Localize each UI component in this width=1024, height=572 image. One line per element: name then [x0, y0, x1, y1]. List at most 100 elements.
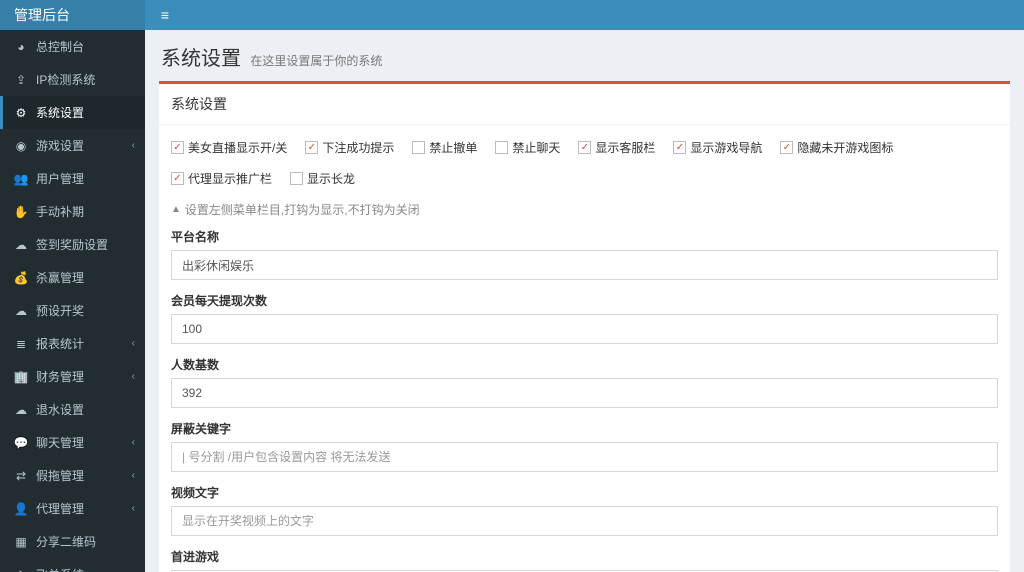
checkbox-5[interactable]: 显示游戏导航 — [673, 139, 762, 156]
chevron-left-icon: ‹ — [132, 371, 135, 382]
checkbox-8[interactable]: 显示长龙 — [290, 170, 355, 187]
cloud-down-icon: ☁ — [12, 238, 30, 252]
sidebar-item-8[interactable]: ☁预设开奖 — [0, 294, 145, 327]
sidebar-item-label: 报表统计 — [36, 335, 84, 352]
home-game-label: 首进游戏 — [171, 548, 998, 565]
checkbox-box-icon — [171, 172, 184, 185]
base-count-label: 人数基数 — [171, 356, 998, 373]
shield-keywords-label: 屏蔽关键字 — [171, 420, 998, 437]
logo: 管理后台 — [0, 0, 145, 30]
sidebar-item-3[interactable]: ◉ 游戏设置 ‹ — [0, 129, 145, 162]
sidebar-item-13[interactable]: ⇄ 假拖管理 ‹ — [0, 459, 145, 492]
shuffle-icon: ⇄ — [12, 469, 30, 483]
checkbox-box-icon — [495, 141, 508, 154]
eye-icon: ◉ — [12, 139, 30, 153]
withdraw-times-label: 会员每天提现次数 — [171, 292, 998, 309]
checkbox-1[interactable]: 下注成功提示 — [305, 139, 394, 156]
checkbox-row: 美女直播显示开/关 下注成功提示 禁止撤单 禁止聊天 显示客服栏 显示游戏导航 隐藏未开游戏… — [171, 135, 998, 195]
checkbox-label: 禁止聊天 — [512, 139, 560, 156]
checkbox-3[interactable]: 禁止聊天 — [495, 139, 560, 156]
sidebar-item-label: 聊天管理 — [36, 434, 84, 451]
topbar: 管理后台 ≡ — [0, 0, 1024, 30]
building-icon: 🏢 — [12, 370, 30, 384]
hand-icon: ✋ — [12, 205, 30, 219]
sidebar-item-label: 财务管理 — [36, 368, 84, 385]
settings-panel: 系统设置 美女直播显示开/关 下注成功提示 禁止撤单 禁止聊天 显示客服栏 显示游戏导航 隐… — [159, 81, 1010, 572]
menu-toggle-icon[interactable]: ≡ — [145, 7, 185, 23]
sidebar-item-5[interactable]: ✋ 手动补期 — [0, 195, 145, 228]
checkbox-2[interactable]: 禁止撤单 — [412, 139, 477, 156]
sidebar-item-0[interactable]: ◕总控制台 — [0, 30, 145, 63]
shield-keywords-input[interactable] — [171, 442, 998, 472]
chat-icon: 💬 — [12, 436, 30, 450]
cash-icon: 💰 — [12, 271, 30, 285]
sidebar-item-14[interactable]: 👤 代理管理 ‹ — [0, 492, 145, 525]
sidebar-item-label: 退水设置 — [36, 401, 84, 418]
checkbox-label: 显示客服栏 — [595, 139, 655, 156]
checkbox-0[interactable]: 美女直播显示开/关 — [171, 139, 287, 156]
users-icon: 👥 — [12, 172, 30, 186]
checkbox-6[interactable]: 隐藏未开游戏图标 — [780, 139, 893, 156]
cogs-icon: ⚙ — [12, 106, 30, 120]
sidebar-item-7[interactable]: 💰 杀赢管理 — [0, 261, 145, 294]
withdraw-times-input[interactable] — [171, 314, 998, 344]
sidebar-item-16[interactable]: ✈飞单系统‹ — [0, 558, 145, 572]
sidebar-item-label: 手动补期 — [36, 203, 84, 220]
checkbox-box-icon — [290, 172, 303, 185]
checkbox-label: 显示游戏导航 — [690, 139, 762, 156]
sidebar-item-label: 杀赢管理 — [36, 269, 84, 286]
list-icon: ≣ — [12, 337, 30, 351]
hint-text: 设置左侧菜单栏目,打钩为显示,不打钩为关闭 — [185, 201, 420, 218]
video-text-input[interactable] — [171, 506, 998, 536]
dashboard-icon: ◕ — [12, 40, 30, 54]
sidebar-item-11[interactable]: ☁ 退水设置 — [0, 393, 145, 426]
sidebar-item-1[interactable]: ⇪ IP检测系统 — [0, 63, 145, 96]
checkbox-box-icon — [171, 141, 184, 154]
sidebar: ◕总控制台 ⇪ IP检测系统 ⚙ 系统设置 ◉ 游戏设置 ‹ 👥 用户管理 ✋ 手动补期 ☁ 签到奖励设置… — [0, 30, 145, 572]
sidebar-item-label: 用户管理 — [36, 170, 84, 187]
panel-title: 系统设置 — [159, 84, 1010, 125]
sidebar-item-4[interactable]: 👥 用户管理 — [0, 162, 145, 195]
chevron-left-icon: ‹ — [132, 470, 135, 481]
sidebar-item-15[interactable]: ▦分享二维码 — [0, 525, 145, 558]
page-header: 系统设置 在这里设置属于你的系统 — [145, 30, 1024, 81]
sidebar-item-label: 系统设置 — [36, 104, 84, 121]
plane-icon: ✈ — [12, 568, 30, 572]
sidebar-item-label: 分享二维码 — [36, 533, 96, 550]
checkbox-label: 禁止撤单 — [429, 139, 477, 156]
chevron-left-icon: ‹ — [132, 437, 135, 448]
checkbox-label: 代理显示推广栏 — [188, 170, 272, 187]
sidebar-item-2[interactable]: ⚙ 系统设置 — [0, 96, 145, 129]
checkbox-box-icon — [305, 141, 318, 154]
sidebar-item-label: 代理管理 — [36, 500, 84, 517]
sidebar-item-label: IP检测系统 — [36, 71, 95, 88]
chevron-left-icon: ‹ — [132, 503, 135, 514]
platform-name-input[interactable] — [171, 250, 998, 280]
cloud-up-icon: ☁ — [12, 304, 30, 318]
platform-name-label: 平台名称 — [171, 228, 998, 245]
checkbox-label: 隐藏未开游戏图标 — [797, 139, 893, 156]
sidebar-item-12[interactable]: 💬 聊天管理 ‹ — [0, 426, 145, 459]
video-text-label: 视频文字 — [171, 484, 998, 501]
sidebar-item-label: 飞单系统 — [36, 566, 84, 572]
sidebar-item-label: 签到奖励设置 — [36, 236, 108, 253]
checkbox-label: 美女直播显示开/关 — [188, 139, 287, 156]
agent-icon: 👤 — [12, 502, 30, 516]
cloud-icon: ☁ — [12, 403, 30, 417]
base-count-input[interactable] — [171, 378, 998, 408]
checkbox-label: 显示长龙 — [307, 170, 355, 187]
sidebar-item-label: 游戏设置 — [36, 137, 84, 154]
checkbox-4[interactable]: 显示客服栏 — [578, 139, 655, 156]
chevron-left-icon: ‹ — [132, 140, 135, 151]
chevron-left-icon: ‹ — [132, 338, 135, 349]
sidebar-item-9[interactable]: ≣ 报表统计 ‹ — [0, 327, 145, 360]
ip-icon: ⇪ — [12, 73, 30, 87]
page-title: 系统设置 — [161, 42, 241, 71]
checkbox-7[interactable]: 代理显示推广栏 — [171, 170, 272, 187]
sidebar-item-6[interactable]: ☁ 签到奖励设置 — [0, 228, 145, 261]
sidebar-item-10[interactable]: 🏢 财务管理 ‹ — [0, 360, 145, 393]
sidebar-item-label: 假拖管理 — [36, 467, 84, 484]
page-subtitle: 在这里设置属于你的系统 — [250, 54, 382, 68]
main-content: 系统设置 在这里设置属于你的系统 系统设置 美女直播显示开/关 下注成功提示 禁止撤… — [145, 30, 1024, 572]
checkbox-box-icon — [412, 141, 425, 154]
